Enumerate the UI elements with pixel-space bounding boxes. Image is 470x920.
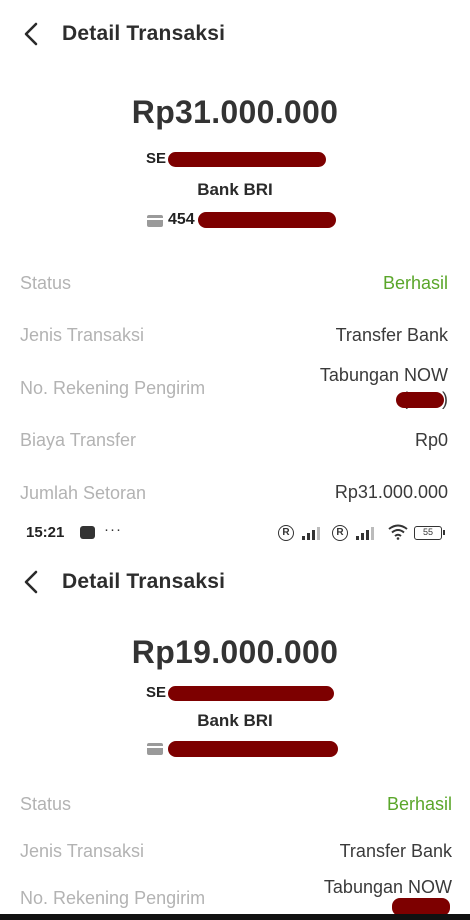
status-bar: 15:21 ··· R R 55 — [0, 518, 470, 548]
recipient-name: SE — [0, 684, 470, 706]
signal-icon — [302, 527, 320, 540]
sender-account-label: No. Rekening Pengirim — [20, 888, 206, 908]
card-icon — [147, 215, 163, 227]
header-2: Detail Transaksi — [0, 562, 470, 602]
roaming-icon: R — [332, 525, 348, 541]
sender-account-paren-close: ) — [442, 389, 448, 409]
account-number-prefix: 454 — [168, 211, 195, 228]
sender-account-value: Tabungan NOW — [319, 365, 448, 385]
signal-icon — [356, 527, 374, 540]
bank-name: Bank BRI — [197, 711, 273, 730]
transaction-amount: Rp19.000.000 — [131, 634, 339, 670]
app-notification-icon — [80, 526, 95, 539]
status-value: Berhasil — [382, 273, 448, 293]
transaction-type-value: Transfer Bank — [339, 841, 452, 861]
status-time: 15:21 — [26, 524, 65, 541]
transaction-type-label: Jenis Transaksi — [20, 841, 145, 861]
more-notifications-icon: ··· — [104, 521, 122, 538]
recipient-name-prefix: SE — [146, 150, 167, 167]
header-1: Detail Transaksi — [0, 14, 470, 54]
back-button[interactable] — [18, 20, 46, 48]
back-arrow-icon — [24, 22, 38, 46]
back-arrow-icon — [24, 570, 38, 594]
recipient-name: SE — [0, 150, 470, 172]
transfer-fee-label: Biaya Transfer — [20, 430, 137, 450]
roaming-icon: R — [278, 525, 294, 541]
redaction-mark — [168, 152, 326, 167]
battery-icon: 55 — [414, 526, 445, 540]
status-label: Status — [20, 273, 72, 293]
redaction-mark — [168, 686, 334, 701]
transfer-fee-value: Rp0 — [414, 430, 448, 450]
back-button[interactable] — [18, 568, 46, 596]
deposit-amount-value: Rp31.000.000 — [334, 482, 448, 502]
sender-account-value: Tabungan NOW — [323, 877, 452, 897]
page-title: Detail Transaksi — [62, 22, 226, 45]
transaction-type-value: Transfer Bank — [335, 325, 448, 345]
redaction-mark — [198, 212, 336, 228]
transaction-amount: Rp31.000.000 — [131, 94, 339, 130]
transaction-type-label: Jenis Transaksi — [20, 325, 145, 345]
wifi-icon — [388, 524, 408, 540]
redaction-mark — [396, 392, 444, 408]
bottom-bar — [0, 914, 470, 920]
card-icon — [147, 743, 163, 755]
status-value: Berhasil — [386, 794, 452, 814]
redaction-mark — [168, 741, 338, 757]
status-label: Status — [20, 794, 72, 814]
recipient-name-prefix: SE — [146, 684, 167, 701]
bank-name: Bank BRI — [197, 180, 273, 199]
sender-account-label: No. Rekening Pengirim — [20, 378, 206, 398]
deposit-amount-label: Jumlah Setoran — [20, 483, 147, 503]
page-title: Detail Transaksi — [62, 570, 226, 593]
